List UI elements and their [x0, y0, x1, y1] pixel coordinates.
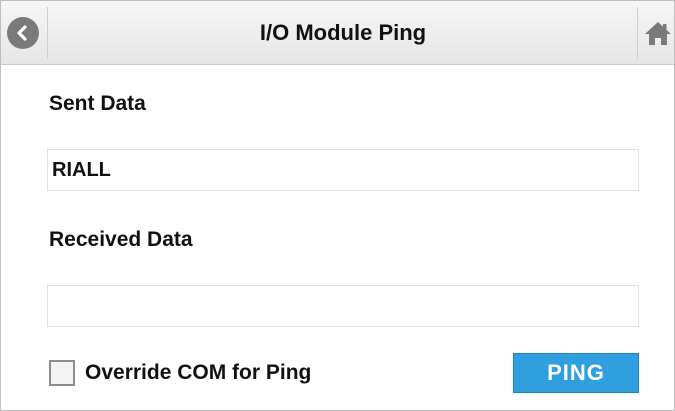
received-data-label: Received Data: [49, 228, 193, 251]
received-data-input[interactable]: [47, 285, 639, 327]
override-com-checkbox[interactable]: [49, 360, 75, 386]
override-com-label: Override COM for Ping: [85, 361, 312, 384]
title-divider-right: [637, 7, 638, 59]
back-arrow-icon: [17, 25, 27, 41]
page-title: I/O Module Ping: [259, 20, 427, 45]
ping-screen: I/O Module Ping Sent Data Received Data …: [0, 0, 675, 411]
home-button[interactable]: [643, 19, 673, 47]
ping-button[interactable]: PING: [513, 353, 639, 393]
title-divider-left: [47, 7, 48, 59]
home-icon: [645, 22, 671, 45]
sent-data-input[interactable]: [47, 149, 639, 191]
back-button[interactable]: [7, 17, 39, 49]
sent-data-label: Sent Data: [49, 92, 146, 115]
title-bar: I/O Module Ping: [1, 1, 674, 65]
override-com-option[interactable]: Override COM for Ping: [49, 358, 311, 388]
